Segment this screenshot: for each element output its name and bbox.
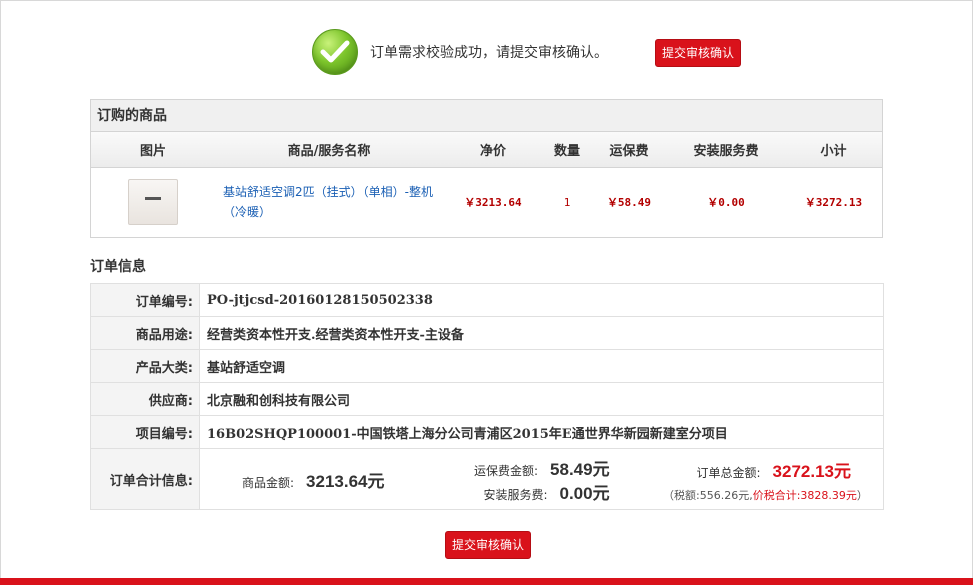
tax-summary: （税额:556.26元,价税合计:3828.39元） bbox=[663, 487, 868, 503]
info-label: 供应商: bbox=[90, 382, 200, 416]
submit-review-button-bottom[interactable]: 提交审核确认 bbox=[445, 531, 532, 559]
subtotal: ￥3272.13 bbox=[804, 196, 863, 209]
info-label: 订单编号: bbox=[90, 283, 200, 317]
info-label: 订单合计信息: bbox=[90, 448, 200, 510]
col-header-install: 安装服务费 bbox=[693, 144, 759, 159]
info-row-order-number: 订单编号: PO-jtjcsd-20160128150502338 bbox=[90, 283, 884, 317]
info-row-project: 项目编号: 16B02SHQP100001-中国铁塔上海分公司青浦区2015年E… bbox=[90, 415, 884, 449]
info-row-supplier: 供应商: 北京融和创科技有限公司 bbox=[90, 382, 884, 416]
order-info-table: 订单编号: PO-jtjcsd-20160128150502338 商品用途: … bbox=[90, 283, 884, 510]
shipping-amount-label: 运保费金额: bbox=[474, 464, 539, 478]
col-header-image: 图片 bbox=[139, 144, 166, 159]
order-total-summary: 商品金额: 3213.64元 运保费金额: 58.49元 安装服务费: 0.00… bbox=[200, 449, 883, 509]
col-header-quantity: 数量 bbox=[553, 144, 580, 159]
purpose-value: 经营类资本性开支.经营类资本性开支-主设备 bbox=[199, 316, 884, 350]
info-label: 商品用途: bbox=[90, 316, 200, 350]
install-amount-label: 安装服务费: bbox=[483, 488, 548, 502]
bottom-red-bar bbox=[0, 578, 973, 585]
col-header-shipping: 运保费 bbox=[609, 144, 649, 159]
tax-text: （税额:556.26元, bbox=[663, 489, 753, 502]
col-header-net-price: 净价 bbox=[479, 144, 506, 159]
supplier-value: 北京融和创科技有限公司 bbox=[199, 382, 884, 416]
info-row-category: 产品大类: 基站舒适空调 bbox=[90, 349, 884, 383]
order-total-value: 3272.13元 bbox=[772, 462, 851, 481]
order-info-title: 订单信息 bbox=[90, 259, 146, 275]
close-paren: ） bbox=[856, 489, 868, 502]
col-header-subtotal: 小计 bbox=[820, 144, 847, 159]
product-name-link[interactable]: 基站舒适空调2匹（挂式）（单相）-整机（冷暖） bbox=[215, 168, 443, 236]
success-banner: 订单需求校验成功，请提交审核确认。 bbox=[312, 28, 608, 76]
shipping-fee: ￥58.49 bbox=[606, 196, 652, 209]
products-table-header: 图片 商品/服务名称 净价 数量 运保费 安装服务费 小计 bbox=[91, 132, 882, 168]
install-amount-value: 0.00元 bbox=[559, 484, 610, 503]
info-label: 产品大类: bbox=[90, 349, 200, 383]
table-row: 基站舒适空调2匹（挂式）（单相）-整机（冷暖） ￥3213.64 1 ￥58.4… bbox=[91, 168, 882, 236]
category-value: 基站舒适空调 bbox=[199, 349, 884, 383]
col-header-name: 商品/服务名称 bbox=[287, 144, 371, 159]
tax-inclusive-total: 价税合计:3828.39元 bbox=[752, 489, 857, 502]
project-value: 16B02SHQP100001-中国铁塔上海分公司青浦区2015年E通世界华新园… bbox=[199, 415, 884, 449]
order-total-label: 订单总金额: bbox=[696, 466, 761, 480]
info-row-purpose: 商品用途: 经营类资本性开支.经营类资本性开支-主设备 bbox=[90, 316, 884, 350]
ordered-products-title: 订购的商品 bbox=[91, 100, 882, 132]
ordered-products-panel: 订购的商品 图片 商品/服务名称 净价 数量 运保费 安装服务费 小计 基站舒适… bbox=[90, 99, 883, 238]
order-number-value: PO-jtjcsd-20160128150502338 bbox=[199, 283, 884, 317]
install-fee: ￥0.00 bbox=[707, 196, 745, 209]
submit-review-button-top[interactable]: 提交审核确认 bbox=[655, 39, 742, 67]
quantity: 1 bbox=[563, 195, 571, 209]
goods-amount-value: 3213.64元 bbox=[306, 472, 385, 491]
info-row-total: 订单合计信息: 商品金额: 3213.64元 运保费金额: 58.49元 安装服… bbox=[90, 448, 884, 510]
success-message: 订单需求校验成功，请提交审核确认。 bbox=[370, 45, 608, 61]
net-price: ￥3213.64 bbox=[464, 196, 522, 209]
success-check-icon bbox=[312, 29, 358, 75]
goods-amount-label: 商品金额: bbox=[242, 476, 295, 490]
info-label: 项目编号: bbox=[90, 415, 200, 449]
shipping-amount-value: 58.49元 bbox=[550, 460, 610, 479]
air-conditioner-image[interactable] bbox=[128, 179, 178, 225]
